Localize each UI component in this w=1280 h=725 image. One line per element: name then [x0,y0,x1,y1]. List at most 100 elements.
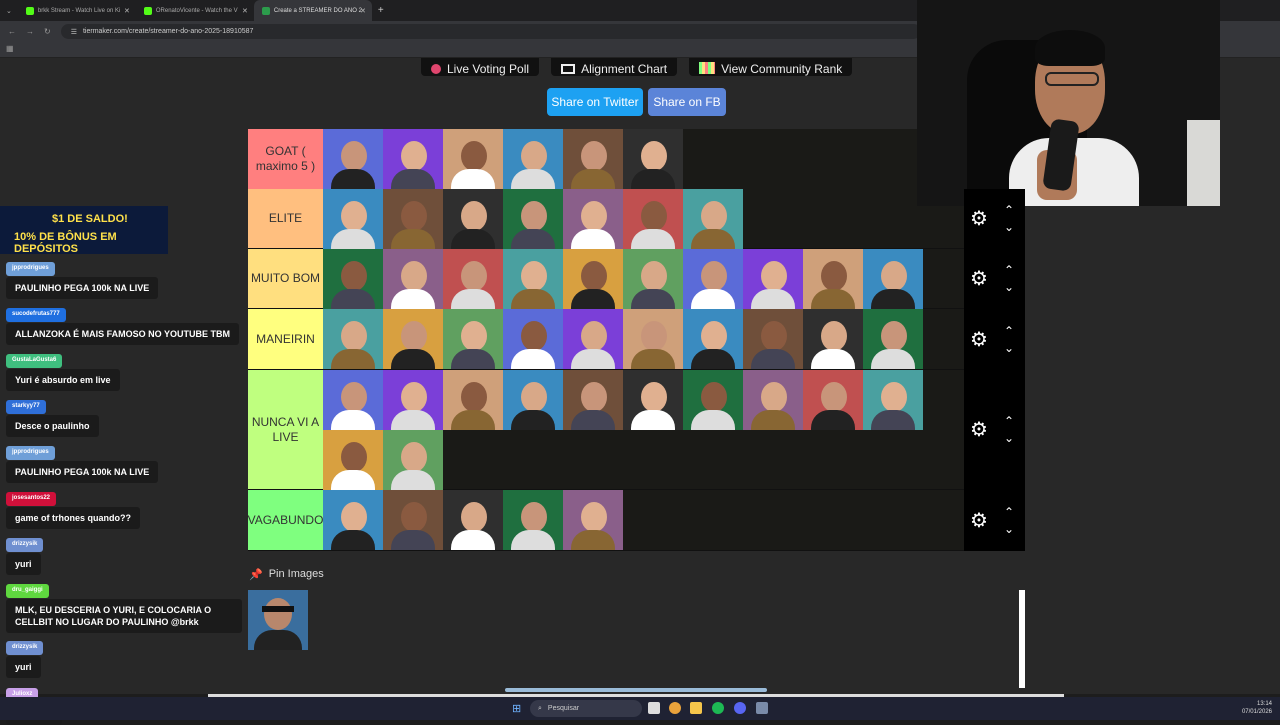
streamer-image[interactable] [323,490,383,550]
streamer-image[interactable] [383,490,443,550]
streamer-image[interactable] [803,309,863,369]
streamer-image[interactable] [443,189,503,249]
image-pool-scrollbar[interactable] [1019,590,1025,688]
discord-icon[interactable] [734,702,746,714]
streamer-image[interactable] [623,249,683,309]
tier-label[interactable]: ELITE [248,189,323,248]
taskbar-search[interactable]: ⌕ Pesquisar [530,700,642,717]
streamer-image[interactable] [383,430,443,490]
tier-label[interactable]: NUNCA VI A LIVE [248,370,323,489]
streamer-image[interactable] [443,370,503,430]
move-up-chevron-icon[interactable]: ⌃ [1004,264,1014,276]
streamer-image[interactable] [743,249,803,309]
close-icon[interactable]: ✕ [360,7,366,15]
move-down-chevron-icon[interactable]: ⌄ [1004,523,1014,535]
streamer-image[interactable] [443,129,503,189]
streamer-image[interactable] [443,309,503,369]
streamer-image[interactable] [503,189,563,249]
move-down-chevron-icon[interactable]: ⌄ [1004,342,1014,354]
chat-username[interactable]: starkyy77 [6,400,46,414]
streamer-image[interactable] [383,309,443,369]
streamer-image[interactable] [563,490,623,550]
chat-username[interactable]: GustaLaGusta6 [6,354,63,368]
chat-username[interactable]: drizzysik [6,641,44,655]
chrome-icon[interactable] [669,702,681,714]
chat-username[interactable]: dru_gaiggi [6,584,49,598]
chat-username[interactable]: sucodefrutas777 [6,308,66,322]
chat-username[interactable]: jpprodrigues [6,262,55,276]
url-field[interactable]: ☰ tiermaker.com/create/streamer-do-ano-20… [60,24,921,39]
streamer-image[interactable] [503,249,563,309]
tier-settings-gear-icon[interactable]: ⚙ [970,420,988,440]
tab-kick-brkk[interactable]: brkk Stream - Watch Live on Ki ✕ [18,0,136,21]
tier-settings-gear-icon[interactable]: ⚙ [970,511,988,531]
streamer-image[interactable] [803,370,863,430]
alignment-chart-button[interactable]: Alignment Chart [551,58,678,76]
streamer-image[interactable] [623,189,683,249]
chat-username[interactable]: josesantos22 [6,492,57,506]
streamer-image[interactable] [563,249,623,309]
forward-icon[interactable]: → [26,27,34,36]
tier-label[interactable]: GOAT ( maximo 5 ) [248,129,323,189]
tab-list-button[interactable]: ⌄ [0,7,18,15]
streamer-image[interactable] [803,249,863,309]
streamer-image[interactable] [443,490,503,550]
new-tab-button[interactable]: + [372,5,384,16]
community-rank-button[interactable]: View Community Rank [689,58,853,76]
reload-icon[interactable]: ↻ [44,27,51,36]
tier-settings-gear-icon[interactable]: ⚙ [970,330,988,350]
unranked-image[interactable] [248,590,308,650]
streamer-image[interactable] [323,370,383,430]
streamer-image[interactable] [323,249,383,309]
streamer-image[interactable] [623,309,683,369]
tab-tiermaker[interactable]: Create a STREAMER DO ANO 2 ✕ [253,0,372,21]
tier-label[interactable]: MUITO BOM [248,249,323,308]
streamer-image[interactable] [563,129,623,189]
streamer-image[interactable] [443,249,503,309]
tier-label[interactable]: VAGABUNDO [248,490,323,550]
move-down-chevron-icon[interactable]: ⌄ [1004,281,1014,293]
streamer-image[interactable] [683,189,743,249]
move-up-chevron-icon[interactable]: ⌃ [1004,204,1014,216]
streamer-image[interactable] [743,370,803,430]
streamer-image[interactable] [383,370,443,430]
streamer-image[interactable] [863,249,923,309]
chat-username[interactable]: drizzysik [6,538,44,552]
move-down-chevron-icon[interactable]: ⌄ [1004,432,1014,444]
share-facebook-button[interactable]: Share on FB [648,88,726,116]
move-up-chevron-icon[interactable]: ⌃ [1004,506,1014,518]
start-icon[interactable]: ⊞ [512,702,521,715]
streamer-image[interactable] [323,430,383,490]
live-voting-button[interactable]: Live Voting Poll [421,58,540,76]
streamer-image[interactable] [503,490,563,550]
streamer-image[interactable] [683,249,743,309]
system-clock[interactable]: 13:14 07/01/2026 [1242,700,1272,716]
streamer-image[interactable] [563,370,623,430]
tier-settings-gear-icon[interactable]: ⚙ [970,209,988,229]
back-icon[interactable]: ← [8,27,16,36]
share-twitter-button[interactable]: Share on Twitter [547,88,643,116]
streamer-image[interactable] [503,309,563,369]
spotify-icon[interactable] [712,702,724,714]
streamer-image[interactable] [503,370,563,430]
streamer-image[interactable] [563,309,623,369]
streamer-image[interactable] [323,129,383,189]
streamer-image[interactable] [623,129,683,189]
close-icon[interactable]: ✕ [124,7,130,15]
streamer-image[interactable] [863,309,923,369]
streamer-image[interactable] [383,249,443,309]
tier-label[interactable]: MANEIRIN [248,309,323,369]
move-up-chevron-icon[interactable]: ⌃ [1004,325,1014,337]
streamer-image[interactable] [383,189,443,249]
task-view-icon[interactable] [648,702,660,714]
chat-username[interactable]: jpprodrigues [6,446,55,460]
move-up-chevron-icon[interactable]: ⌃ [1004,415,1014,427]
streamer-image[interactable] [863,370,923,430]
streamer-image[interactable] [623,370,683,430]
streamer-image[interactable] [563,189,623,249]
streamer-image[interactable] [683,370,743,430]
streamer-image[interactable] [383,129,443,189]
site-info-icon[interactable]: ☰ [71,28,77,36]
streamer-image[interactable] [743,309,803,369]
streamer-image[interactable] [323,189,383,249]
